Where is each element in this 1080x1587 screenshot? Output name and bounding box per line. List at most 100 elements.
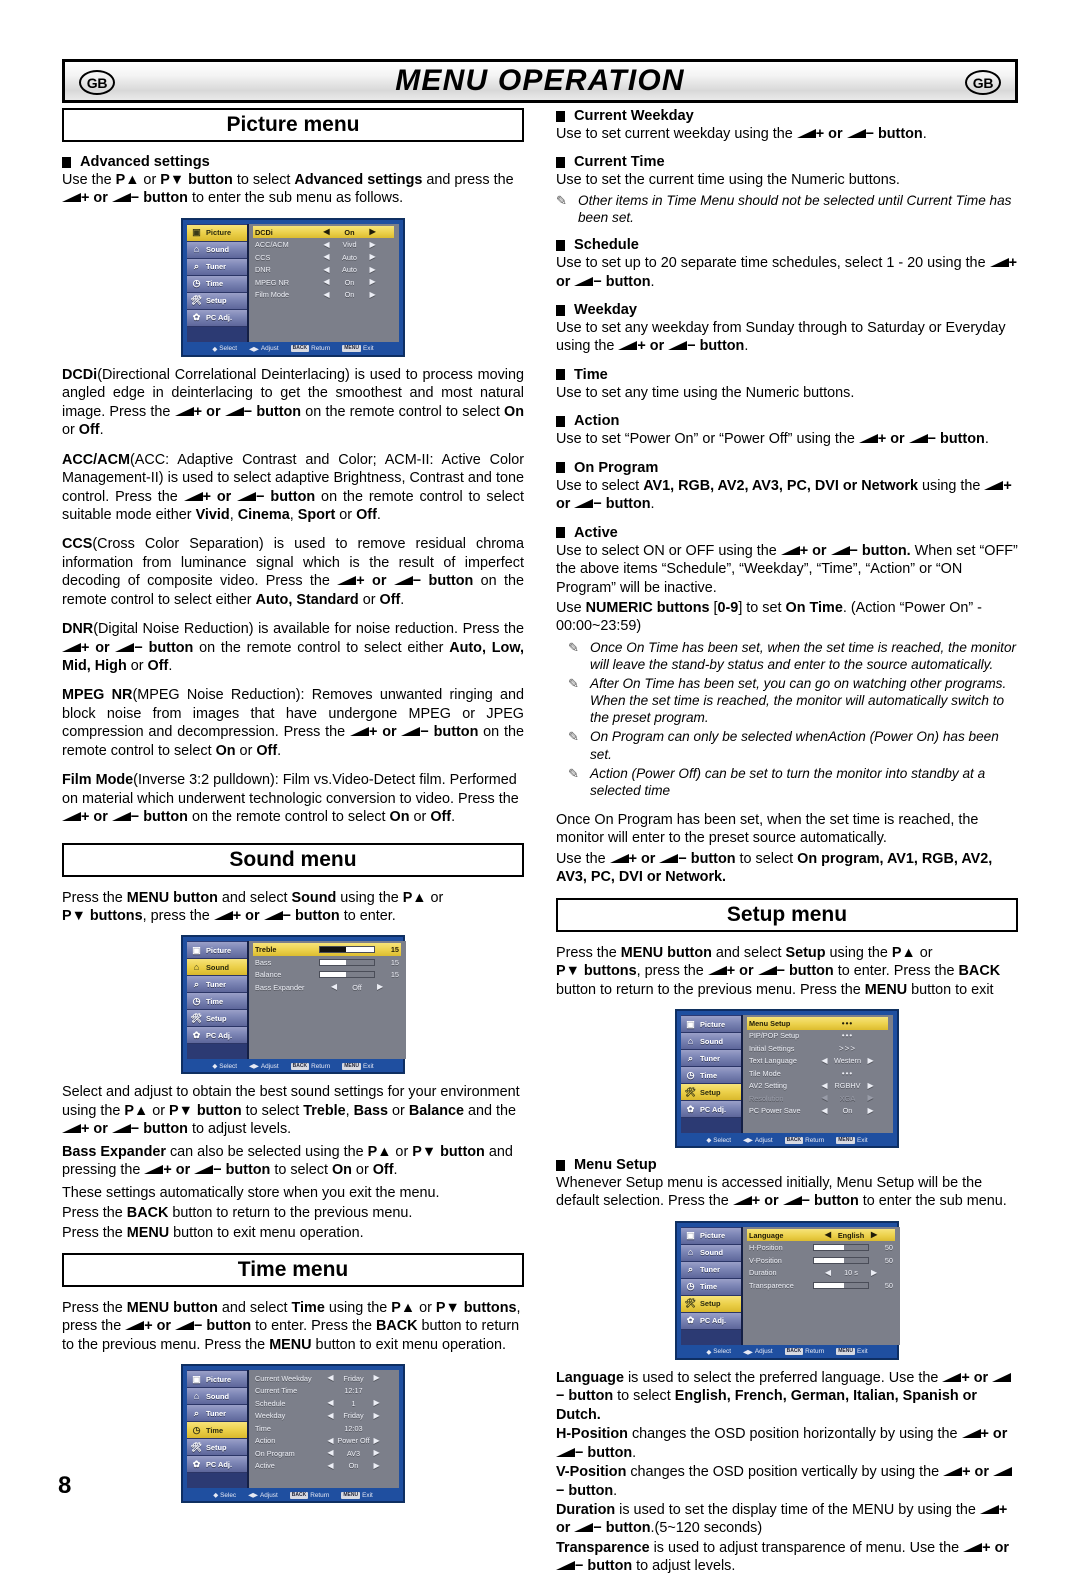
- osd-row[interactable]: Schedule ◀ 1 ▶: [253, 1397, 394, 1410]
- osd-sidebar-item-tuner[interactable]: ⌕ Tuner: [187, 976, 247, 994]
- slider-transparence[interactable]: [813, 1281, 869, 1289]
- osd-sidebar-item-pcadj[interactable]: ✿ PC Adj.: [187, 1027, 247, 1045]
- osd-row[interactable]: DCDi ◀ On ▶: [253, 225, 394, 239]
- left-arrow-icon[interactable]: ◀: [323, 265, 329, 274]
- osd-sidebar-item-setup[interactable]: 🛠 Setup: [187, 292, 247, 310]
- osd-row[interactable]: Balance 15: [253, 968, 401, 981]
- right-arrow-icon[interactable]: ▶: [871, 1268, 877, 1277]
- slider-v-position[interactable]: [813, 1256, 869, 1264]
- osd-row[interactable]: CCS ◀ Auto ▶: [253, 251, 394, 264]
- osd-row[interactable]: Text Language ◀ Western ▶: [747, 1055, 888, 1068]
- osd-sidebar-item-sound[interactable]: ⌂ Sound: [187, 959, 247, 977]
- osd-sidebar-item-sound[interactable]: ⌂ Sound: [681, 1244, 741, 1262]
- right-arrow-icon[interactable]: ▶: [370, 265, 376, 274]
- osd-row[interactable]: On Program ◀ AV3 ▶: [253, 1447, 394, 1460]
- right-arrow-icon[interactable]: ▶: [374, 1411, 380, 1420]
- osd-sidebar-item-pcadj[interactable]: ✿ PC Adj.: [681, 1101, 741, 1118]
- right-arrow-icon[interactable]: ▶: [868, 1094, 874, 1102]
- osd-sidebar-item-setup[interactable]: 🛠 Setup: [681, 1295, 741, 1313]
- left-arrow-icon[interactable]: ◀: [323, 228, 329, 236]
- osd-row[interactable]: Treble 15: [253, 943, 401, 956]
- osd-row[interactable]: Film Mode ◀ On ▶: [253, 288, 394, 301]
- left-arrow-icon[interactable]: ◀: [821, 1056, 827, 1065]
- osd-row[interactable]: ACC/ACM ◀ Vivd ▶: [253, 238, 394, 251]
- osd-sidebar-item-tuner[interactable]: ⌕ Tuner: [187, 1405, 247, 1423]
- right-arrow-icon[interactable]: ▶: [374, 1461, 380, 1470]
- osd-row[interactable]: MPEG NR ◀ On ▶: [253, 276, 394, 289]
- osd-row[interactable]: Action ◀ Power Off ▶: [253, 1435, 394, 1448]
- right-arrow-icon[interactable]: ▶: [370, 253, 376, 261]
- osd-sidebar-item-time[interactable]: ◷ Time: [681, 1278, 741, 1296]
- left-arrow-icon[interactable]: ◀: [323, 278, 329, 286]
- osd-row[interactable]: AV2 Setting ◀ RGBHV ▶: [747, 1080, 888, 1093]
- osd-sidebar-item-picture[interactable]: ▣ Picture: [681, 1016, 741, 1033]
- left-arrow-icon[interactable]: ◀: [327, 1374, 333, 1382]
- osd-row[interactable]: H-Position 50: [747, 1241, 895, 1254]
- osd-sidebar-item-setup[interactable]: 🛠 Setup: [187, 1010, 247, 1028]
- right-arrow-icon[interactable]: ▶: [871, 1231, 877, 1239]
- right-arrow-icon[interactable]: ▶: [370, 228, 376, 236]
- slider-h-position[interactable]: [813, 1244, 869, 1252]
- osd-sidebar-item-time[interactable]: ◷ Time: [187, 1422, 247, 1440]
- left-arrow-icon[interactable]: ◀: [825, 1231, 831, 1239]
- osd-sidebar-item-tuner[interactable]: ⌕ Tuner: [681, 1050, 741, 1067]
- slider-balance[interactable]: [319, 971, 375, 979]
- slider-bass[interactable]: [319, 958, 375, 966]
- right-arrow-icon[interactable]: ▶: [370, 240, 376, 249]
- left-arrow-icon[interactable]: ◀: [331, 983, 337, 991]
- osd-row[interactable]: Duration ◀ 10 s ▶: [747, 1266, 895, 1279]
- left-arrow-icon[interactable]: ◀: [327, 1461, 333, 1470]
- right-arrow-icon[interactable]: ▶: [868, 1081, 874, 1090]
- left-arrow-icon[interactable]: ◀: [323, 240, 329, 249]
- right-arrow-icon[interactable]: ▶: [374, 1374, 380, 1382]
- right-arrow-icon[interactable]: ▶: [868, 1106, 874, 1115]
- osd-row[interactable]: Weekday ◀ Friday ▶: [253, 1410, 394, 1423]
- left-arrow-icon[interactable]: ◀: [821, 1081, 827, 1090]
- osd-sidebar-item-pcadj[interactable]: ✿ PC Adj.: [681, 1312, 741, 1330]
- osd-row[interactable]: V-Position 50: [747, 1254, 895, 1267]
- right-arrow-icon[interactable]: ▶: [374, 1449, 380, 1457]
- right-arrow-icon[interactable]: ▶: [370, 278, 376, 286]
- osd-sidebar-item-sound[interactable]: ⌂ Sound: [681, 1033, 741, 1050]
- osd-sidebar-item-picture[interactable]: ▣ Picture: [187, 942, 247, 960]
- osd-sidebar-item-pcadj[interactable]: ✿ PC Adj.: [187, 1456, 247, 1474]
- osd-row[interactable]: Language ◀ English ▶: [747, 1228, 895, 1242]
- osd-sidebar-item-tuner[interactable]: ⌕ Tuner: [187, 258, 247, 276]
- osd-sidebar-item-time[interactable]: ◷ Time: [187, 993, 247, 1011]
- osd-row[interactable]: DNR ◀ Auto ▶: [253, 263, 394, 276]
- osd-sidebar-item-time[interactable]: ◷ Time: [187, 275, 247, 293]
- osd-row[interactable]: Active ◀ On ▶: [253, 1460, 394, 1473]
- right-arrow-icon[interactable]: ▶: [370, 290, 376, 299]
- left-arrow-icon[interactable]: ◀: [825, 1268, 831, 1277]
- osd-sidebar-item-setup[interactable]: 🛠 Setup: [681, 1084, 741, 1101]
- slider-treble[interactable]: [319, 946, 375, 954]
- right-arrow-icon[interactable]: ▶: [374, 1399, 380, 1407]
- right-arrow-icon[interactable]: ▶: [377, 983, 383, 991]
- osd-sidebar-item-pcadj[interactable]: ✿ PC Adj.: [187, 309, 247, 327]
- osd-sidebar-item-tuner[interactable]: ⌕ Tuner: [681, 1261, 741, 1279]
- osd-row[interactable]: Time 12:03: [253, 1422, 394, 1435]
- osd-sidebar-item-time[interactable]: ◷ Time: [681, 1067, 741, 1084]
- osd-row[interactable]: Bass 15: [253, 956, 401, 969]
- left-arrow-icon[interactable]: ◀: [323, 290, 329, 299]
- osd-row[interactable]: Current Time 12:17: [253, 1385, 394, 1398]
- right-arrow-icon[interactable]: ▶: [374, 1436, 380, 1445]
- osd-sidebar-item-sound[interactable]: ⌂ Sound: [187, 241, 247, 259]
- osd-row[interactable]: Resolution ◀ XGA ▶: [747, 1092, 888, 1105]
- osd-row[interactable]: PC Power Save ◀ On ▶: [747, 1105, 888, 1118]
- left-arrow-icon[interactable]: ◀: [821, 1094, 827, 1102]
- left-arrow-icon[interactable]: ◀: [323, 253, 329, 261]
- right-arrow-icon[interactable]: ▶: [868, 1056, 874, 1065]
- osd-sidebar-item-picture[interactable]: ▣ Picture: [681, 1227, 741, 1245]
- osd-sidebar-item-picture[interactable]: ▣ Picture: [187, 1371, 247, 1389]
- left-arrow-icon[interactable]: ◀: [327, 1411, 333, 1420]
- left-arrow-icon[interactable]: ◀: [327, 1436, 333, 1445]
- left-arrow-icon[interactable]: ◀: [327, 1399, 333, 1407]
- osd-row[interactable]: Initial Settings >>>: [747, 1042, 888, 1055]
- osd-sidebar-item-setup[interactable]: 🛠 Setup: [187, 1439, 247, 1457]
- osd-row[interactable]: PIP/POP Setup •••: [747, 1030, 888, 1043]
- osd-sidebar-item-sound[interactable]: ⌂ Sound: [187, 1388, 247, 1406]
- osd-row[interactable]: Menu Setup •••: [747, 1017, 888, 1030]
- osd-row[interactable]: Bass Expander ◀ Off ▶: [253, 981, 401, 994]
- osd-row[interactable]: Transparence 50: [747, 1279, 895, 1292]
